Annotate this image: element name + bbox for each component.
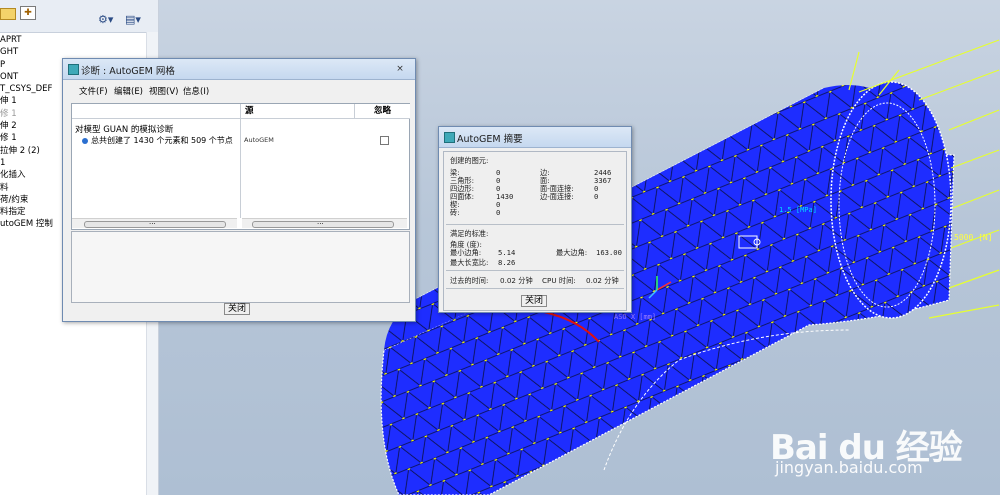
- ignore-checkbox[interactable]: [380, 136, 389, 145]
- element-value: 0: [496, 208, 501, 217]
- autogem-summary-window: AutoGEM 摘要 创建的图元: 梁: 0 三角形: 0 四边形: 0 四面体…: [438, 126, 632, 313]
- add-icon[interactable]: ✚: [20, 6, 36, 20]
- summary-divider: [446, 270, 624, 271]
- message-hscrollbar[interactable]: ...: [72, 218, 237, 228]
- diagnostic-source-cell: AutoGEM: [244, 136, 274, 144]
- column-divider: [240, 118, 241, 218]
- diagnostics-detail-pane: [71, 231, 410, 303]
- menu-edit[interactable]: 编辑(E): [114, 85, 143, 97]
- folder-icon[interactable]: [0, 8, 16, 20]
- tree-item[interactable]: APRT: [0, 34, 146, 46]
- diagnostics-window: 诊断 : AutoGEM 网格 × 文件(F) 编辑(E) 视图(V) 信息(I…: [62, 58, 416, 322]
- element-label: 砖:: [450, 208, 460, 217]
- column-header-ignore[interactable]: 忽略: [354, 104, 410, 119]
- diagnostics-close-button[interactable]: 关闭: [224, 303, 250, 315]
- menu-info[interactable]: 信息(I): [183, 85, 209, 97]
- baidu-watermark-url: jingyan.baidu.com: [775, 458, 923, 477]
- pipe-end-face: [830, 81, 952, 319]
- csys-label: ASO X [mm]: [614, 313, 657, 321]
- created-entities-heading: 创建的图元:: [450, 156, 489, 165]
- diagnostic-message-row[interactable]: 总共创建了 1430 个元素和 509 个节点: [82, 135, 233, 146]
- message-hscroll-thumb[interactable]: ...: [84, 218, 226, 228]
- tree-item[interactable]: GHT: [0, 46, 146, 58]
- elapsed-label: 过去的时间:: [450, 276, 489, 285]
- info-icon: [82, 137, 88, 144]
- source-hscroll-thumb[interactable]: ...: [252, 218, 394, 228]
- cpu-value: 0.02 分钟: [586, 276, 619, 285]
- max-aspect-label: 最大长宽比:: [450, 258, 489, 267]
- diagnostics-menubar: 文件(F) 编辑(E) 视图(V) 信息(I): [63, 80, 415, 98]
- summary-titlebar[interactable]: AutoGEM 摘要: [439, 127, 631, 148]
- load-magnitude-label: 5000 [N]: [954, 233, 993, 242]
- close-icon[interactable]: ×: [391, 63, 409, 75]
- min-edge-angle-label: 最小边角:: [450, 248, 482, 257]
- summary-body: 创建的图元: 梁: 0 三角形: 0 四边形: 0 四面体: 1430 楔: 0…: [443, 151, 627, 311]
- summary-divider: [446, 224, 624, 225]
- max-edge-angle-label: 最大边角:: [556, 248, 588, 257]
- tree-show-icon[interactable]: ▤▾: [124, 12, 148, 32]
- diagnostic-root-row[interactable]: 对模型 GUAN 的模拟诊断: [75, 123, 173, 135]
- diagnostics-title: 诊断 : AutoGEM 网格: [81, 66, 175, 77]
- menu-view[interactable]: 视图(V): [149, 85, 178, 97]
- menu-file[interactable]: 文件(F): [79, 85, 108, 97]
- tree-settings-icon[interactable]: ⚙▾: [97, 12, 123, 32]
- model-tree-toolbar: ✚ ⚙▾ ▤▾: [0, 0, 158, 33]
- column-header-source[interactable]: 源: [240, 104, 355, 119]
- diagnostic-message-text: 总共创建了 1430 个元素和 509 个节点: [91, 136, 233, 145]
- elapsed-value: 0.02 分钟: [500, 276, 533, 285]
- summary-divider: [446, 288, 624, 289]
- summary-close-button[interactable]: 关闭: [521, 295, 547, 307]
- autogem-app-icon: [444, 132, 455, 143]
- source-hscrollbar[interactable]: ...: [242, 218, 407, 228]
- cpu-label: CPU 时间:: [542, 276, 576, 285]
- max-aspect-value: 8.26: [498, 258, 516, 267]
- geometry-label: 边-面连接:: [540, 192, 574, 201]
- summary-title: AutoGEM 摘要: [457, 134, 523, 145]
- max-edge-angle-value: 163.00: [596, 248, 622, 257]
- column-header-message[interactable]: [72, 104, 240, 119]
- diagnostics-titlebar[interactable]: 诊断 : AutoGEM 网格 ×: [63, 59, 415, 80]
- pressure-label: 1.5 [MPa]: [779, 206, 817, 214]
- diagnostics-table: 源 忽略 对模型 GUAN 的模拟诊断 总共创建了 1430 个元素和 509 …: [71, 103, 410, 230]
- geometry-value: 0: [594, 192, 599, 201]
- criteria-heading: 满足的标准:: [450, 229, 489, 238]
- autogem-app-icon: [68, 64, 79, 75]
- min-edge-angle-value: 5.14: [498, 248, 516, 257]
